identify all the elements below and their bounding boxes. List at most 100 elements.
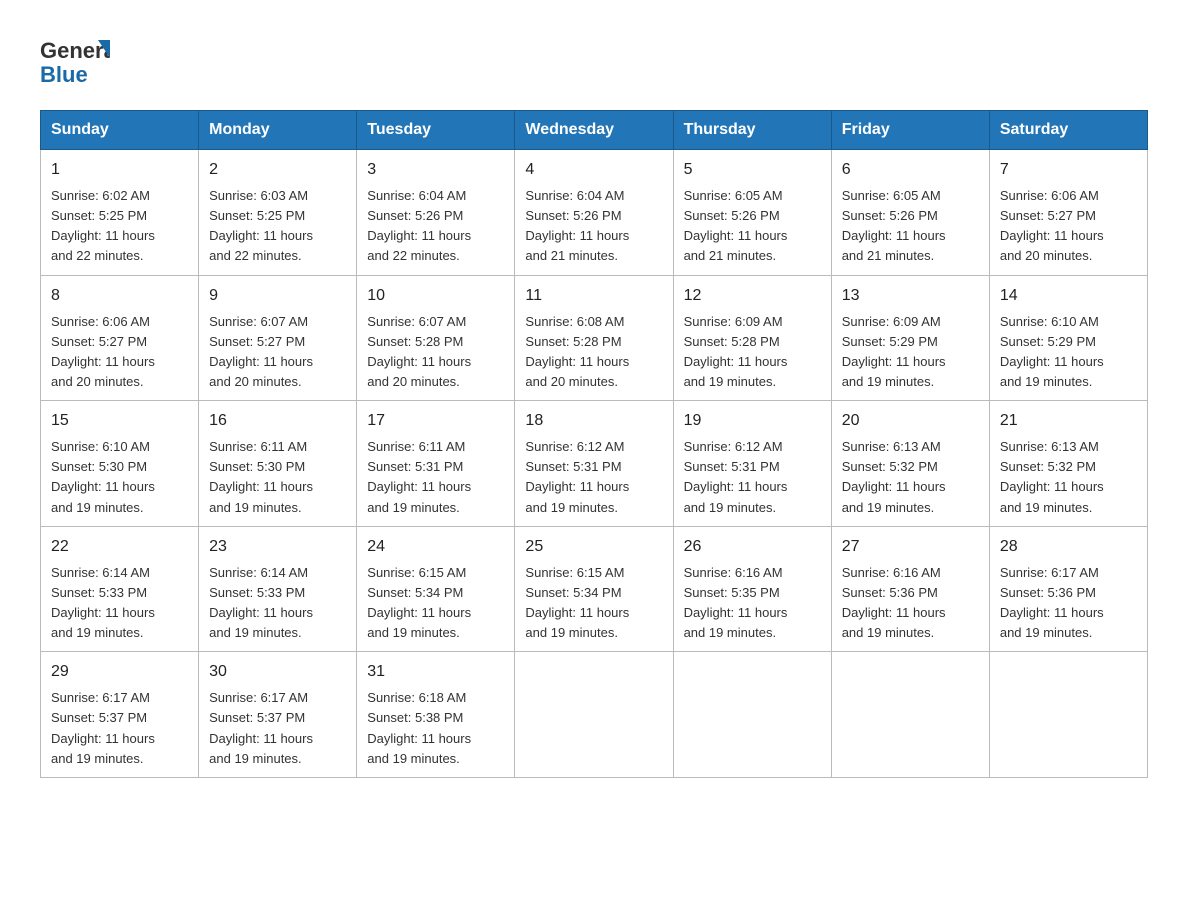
day-number: 29 [51, 660, 188, 684]
week-row-5: 29 Sunrise: 6:17 AMSunset: 5:37 PMDaylig… [41, 652, 1148, 778]
day-number: 19 [684, 409, 821, 433]
day-info: Sunrise: 6:10 AMSunset: 5:30 PMDaylight:… [51, 437, 188, 518]
day-info: Sunrise: 6:16 AMSunset: 5:35 PMDaylight:… [684, 563, 821, 644]
calendar-cell: 28 Sunrise: 6:17 AMSunset: 5:36 PMDaylig… [989, 526, 1147, 652]
day-info: Sunrise: 6:05 AMSunset: 5:26 PMDaylight:… [842, 186, 979, 267]
weekday-header-tuesday: Tuesday [357, 111, 515, 150]
day-number: 9 [209, 284, 346, 308]
day-number: 28 [1000, 535, 1137, 559]
calendar-cell: 8 Sunrise: 6:06 AMSunset: 5:27 PMDayligh… [41, 275, 199, 401]
weekday-header-friday: Friday [831, 111, 989, 150]
calendar-cell: 22 Sunrise: 6:14 AMSunset: 5:33 PMDaylig… [41, 526, 199, 652]
day-number: 5 [684, 158, 821, 182]
calendar-cell: 23 Sunrise: 6:14 AMSunset: 5:33 PMDaylig… [199, 526, 357, 652]
calendar-cell: 11 Sunrise: 6:08 AMSunset: 5:28 PMDaylig… [515, 275, 673, 401]
calendar-cell: 21 Sunrise: 6:13 AMSunset: 5:32 PMDaylig… [989, 401, 1147, 527]
day-info: Sunrise: 6:09 AMSunset: 5:28 PMDaylight:… [684, 312, 821, 393]
day-number: 11 [525, 284, 662, 308]
day-info: Sunrise: 6:13 AMSunset: 5:32 PMDaylight:… [842, 437, 979, 518]
day-number: 13 [842, 284, 979, 308]
logo-icon: General Blue [40, 30, 110, 90]
calendar-cell: 13 Sunrise: 6:09 AMSunset: 5:29 PMDaylig… [831, 275, 989, 401]
day-info: Sunrise: 6:18 AMSunset: 5:38 PMDaylight:… [367, 688, 504, 769]
week-row-2: 8 Sunrise: 6:06 AMSunset: 5:27 PMDayligh… [41, 275, 1148, 401]
week-row-4: 22 Sunrise: 6:14 AMSunset: 5:33 PMDaylig… [41, 526, 1148, 652]
day-number: 14 [1000, 284, 1137, 308]
calendar-cell [515, 652, 673, 778]
day-info: Sunrise: 6:17 AMSunset: 5:37 PMDaylight:… [51, 688, 188, 769]
day-info: Sunrise: 6:09 AMSunset: 5:29 PMDaylight:… [842, 312, 979, 393]
calendar-cell: 26 Sunrise: 6:16 AMSunset: 5:35 PMDaylig… [673, 526, 831, 652]
calendar-cell: 16 Sunrise: 6:11 AMSunset: 5:30 PMDaylig… [199, 401, 357, 527]
calendar-cell: 4 Sunrise: 6:04 AMSunset: 5:26 PMDayligh… [515, 150, 673, 276]
day-info: Sunrise: 6:05 AMSunset: 5:26 PMDaylight:… [684, 186, 821, 267]
page-header: General Blue [40, 30, 1148, 90]
calendar-cell: 3 Sunrise: 6:04 AMSunset: 5:26 PMDayligh… [357, 150, 515, 276]
calendar-cell: 27 Sunrise: 6:16 AMSunset: 5:36 PMDaylig… [831, 526, 989, 652]
calendar-cell [831, 652, 989, 778]
day-info: Sunrise: 6:14 AMSunset: 5:33 PMDaylight:… [51, 563, 188, 644]
day-info: Sunrise: 6:08 AMSunset: 5:28 PMDaylight:… [525, 312, 662, 393]
day-number: 18 [525, 409, 662, 433]
day-info: Sunrise: 6:04 AMSunset: 5:26 PMDaylight:… [525, 186, 662, 267]
day-info: Sunrise: 6:12 AMSunset: 5:31 PMDaylight:… [525, 437, 662, 518]
calendar-cell: 6 Sunrise: 6:05 AMSunset: 5:26 PMDayligh… [831, 150, 989, 276]
day-number: 15 [51, 409, 188, 433]
logo: General Blue [40, 30, 110, 90]
day-number: 20 [842, 409, 979, 433]
day-info: Sunrise: 6:11 AMSunset: 5:31 PMDaylight:… [367, 437, 504, 518]
day-number: 23 [209, 535, 346, 559]
calendar-cell [673, 652, 831, 778]
day-number: 21 [1000, 409, 1137, 433]
day-number: 31 [367, 660, 504, 684]
week-row-1: 1 Sunrise: 6:02 AMSunset: 5:25 PMDayligh… [41, 150, 1148, 276]
day-info: Sunrise: 6:06 AMSunset: 5:27 PMDaylight:… [51, 312, 188, 393]
day-number: 1 [51, 158, 188, 182]
calendar-cell: 30 Sunrise: 6:17 AMSunset: 5:37 PMDaylig… [199, 652, 357, 778]
day-number: 16 [209, 409, 346, 433]
svg-text:Blue: Blue [40, 62, 88, 87]
day-number: 7 [1000, 158, 1137, 182]
day-info: Sunrise: 6:11 AMSunset: 5:30 PMDaylight:… [209, 437, 346, 518]
day-number: 10 [367, 284, 504, 308]
day-number: 27 [842, 535, 979, 559]
calendar-cell: 2 Sunrise: 6:03 AMSunset: 5:25 PMDayligh… [199, 150, 357, 276]
weekday-header-sunday: Sunday [41, 111, 199, 150]
calendar-cell: 10 Sunrise: 6:07 AMSunset: 5:28 PMDaylig… [357, 275, 515, 401]
calendar-cell: 25 Sunrise: 6:15 AMSunset: 5:34 PMDaylig… [515, 526, 673, 652]
day-info: Sunrise: 6:17 AMSunset: 5:37 PMDaylight:… [209, 688, 346, 769]
week-row-3: 15 Sunrise: 6:10 AMSunset: 5:30 PMDaylig… [41, 401, 1148, 527]
day-number: 30 [209, 660, 346, 684]
day-number: 22 [51, 535, 188, 559]
day-number: 25 [525, 535, 662, 559]
calendar-cell: 9 Sunrise: 6:07 AMSunset: 5:27 PMDayligh… [199, 275, 357, 401]
day-info: Sunrise: 6:04 AMSunset: 5:26 PMDaylight:… [367, 186, 504, 267]
calendar-cell: 18 Sunrise: 6:12 AMSunset: 5:31 PMDaylig… [515, 401, 673, 527]
day-number: 3 [367, 158, 504, 182]
weekday-header-saturday: Saturday [989, 111, 1147, 150]
calendar-cell: 5 Sunrise: 6:05 AMSunset: 5:26 PMDayligh… [673, 150, 831, 276]
day-number: 24 [367, 535, 504, 559]
day-number: 17 [367, 409, 504, 433]
weekday-header-thursday: Thursday [673, 111, 831, 150]
calendar-cell: 19 Sunrise: 6:12 AMSunset: 5:31 PMDaylig… [673, 401, 831, 527]
day-number: 12 [684, 284, 821, 308]
day-info: Sunrise: 6:16 AMSunset: 5:36 PMDaylight:… [842, 563, 979, 644]
calendar-table: SundayMondayTuesdayWednesdayThursdayFrid… [40, 110, 1148, 778]
calendar-cell: 1 Sunrise: 6:02 AMSunset: 5:25 PMDayligh… [41, 150, 199, 276]
day-info: Sunrise: 6:12 AMSunset: 5:31 PMDaylight:… [684, 437, 821, 518]
day-number: 4 [525, 158, 662, 182]
day-number: 26 [684, 535, 821, 559]
calendar-cell: 29 Sunrise: 6:17 AMSunset: 5:37 PMDaylig… [41, 652, 199, 778]
weekday-header-monday: Monday [199, 111, 357, 150]
day-info: Sunrise: 6:13 AMSunset: 5:32 PMDaylight:… [1000, 437, 1137, 518]
day-info: Sunrise: 6:02 AMSunset: 5:25 PMDaylight:… [51, 186, 188, 267]
weekday-header-row: SundayMondayTuesdayWednesdayThursdayFrid… [41, 111, 1148, 150]
calendar-cell: 12 Sunrise: 6:09 AMSunset: 5:28 PMDaylig… [673, 275, 831, 401]
day-info: Sunrise: 6:10 AMSunset: 5:29 PMDaylight:… [1000, 312, 1137, 393]
calendar-cell: 17 Sunrise: 6:11 AMSunset: 5:31 PMDaylig… [357, 401, 515, 527]
day-info: Sunrise: 6:15 AMSunset: 5:34 PMDaylight:… [525, 563, 662, 644]
day-info: Sunrise: 6:07 AMSunset: 5:27 PMDaylight:… [209, 312, 346, 393]
calendar-cell: 7 Sunrise: 6:06 AMSunset: 5:27 PMDayligh… [989, 150, 1147, 276]
calendar-cell: 15 Sunrise: 6:10 AMSunset: 5:30 PMDaylig… [41, 401, 199, 527]
